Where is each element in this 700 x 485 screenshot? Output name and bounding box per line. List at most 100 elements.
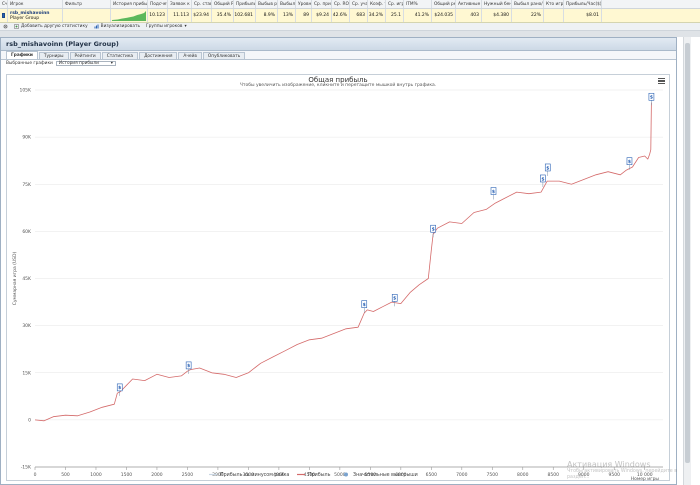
chevron-down-icon: ▾ — [110, 61, 113, 66]
column-header[interactable]: Ср. участ — [350, 0, 368, 8]
dollar-icon: $ — [393, 296, 396, 302]
column-header[interactable]: Подсчет — [148, 0, 168, 8]
chart-container[interactable]: Общая прибыль Чтобы увеличить изображени… — [6, 74, 671, 482]
column-header[interactable]: Нужный бенкрол — [482, 0, 512, 8]
player-groups-dropdown[interactable]: Группы игроков ▾ — [146, 24, 187, 29]
column-header[interactable]: Выбыл поз — [278, 0, 296, 8]
x-tick-label: 7500 — [487, 472, 499, 478]
x-tick-label: 500 — [61, 472, 70, 478]
tab-1[interactable]: Графики — [6, 51, 38, 59]
visualize-button[interactable]: Визуализировать — [94, 24, 140, 29]
dollar-icon: $ — [650, 95, 653, 101]
column-header[interactable]: Ср. ROI — [332, 0, 350, 8]
chart-icon — [94, 24, 99, 29]
tab-7[interactable]: Опубликовать — [202, 52, 246, 59]
dollar-icon: $ — [628, 159, 631, 165]
scrollbar-thumb[interactable] — [685, 43, 690, 463]
tab-5[interactable]: Достижения — [139, 52, 178, 59]
player-group: Player Group — [10, 15, 40, 21]
profit-sparkline — [112, 10, 146, 21]
legend-swatch[interactable] — [344, 472, 348, 477]
gear-icon — [3, 24, 8, 29]
x-tick-label: 5000 — [334, 472, 346, 478]
x-tick-label: 1500 — [121, 472, 133, 478]
profit-chart[interactable]: -15K015K30K45K60K75K90K105K0 500 1000 1500 2… — [7, 75, 671, 482]
dollar-icon: $ — [363, 302, 366, 308]
y-tick-label: 30K — [22, 323, 32, 329]
column-header[interactable]: История прибыли — [111, 0, 148, 8]
column-header[interactable]: Ср. игры , — [386, 0, 404, 8]
table-cell: $8.01 — [564, 9, 602, 22]
add-column-icon — [14, 24, 19, 29]
y-tick-label: 105K — [19, 88, 32, 94]
grid-toolbar: Добавить другую статистику Визуализирова… — [0, 23, 700, 31]
y-tick-label: 60K — [22, 229, 32, 235]
legend-item[interactable]: Прибыль — [308, 472, 331, 478]
x-tick-label: 7000 — [456, 472, 468, 478]
table-cell: $23.94 — [192, 9, 212, 22]
filter-cell[interactable] — [63, 9, 111, 22]
column-header[interactable]: ITM% — [404, 0, 432, 8]
row-checkbox[interactable] — [2, 13, 5, 18]
column-header[interactable]: Общий рейт — [432, 0, 456, 8]
y-tick-label: 0 — [28, 417, 31, 423]
dollar-icon: $ — [546, 165, 549, 171]
column-header[interactable]: Активные д — [456, 0, 482, 8]
column-header[interactable]: Прибыль ( — [234, 0, 256, 8]
tab-6[interactable]: Ачейв — [178, 52, 202, 59]
y-tick-label: 45K — [22, 276, 32, 282]
settings-button[interactable] — [3, 24, 8, 29]
x-tick-label: 8000 — [517, 472, 529, 478]
x-tick-label: 2000 — [151, 472, 163, 478]
column-header[interactable]: Фильтр — [63, 0, 111, 8]
row-checkbox-cell[interactable] — [0, 9, 8, 22]
player-cell[interactable]: rsb_mishavoinn Player Group — [8, 9, 63, 22]
tab-4[interactable]: Статистика — [101, 52, 139, 59]
dollar-icon: $ — [432, 227, 435, 233]
column-header[interactable]: Заявок к учас — [168, 0, 192, 8]
graph-selector[interactable]: История прибыли ▾ — [55, 60, 116, 67]
dollar-icon: $ — [492, 189, 495, 195]
x-tick-label: 0 — [34, 472, 37, 478]
graph-selector-row: Выбранные графики История прибыли ▾ — [1, 60, 676, 67]
y-tick-label: -15K — [21, 465, 32, 471]
panel-title: rsb_mishavoinn (Player Group) — [1, 38, 676, 51]
y-axis-title: Суммарная игра (USD) — [12, 252, 18, 306]
graph-selector-label: Выбранные графики — [6, 61, 53, 66]
watermark-title: Активация Windows — [567, 460, 651, 469]
column-header[interactable]: Общий ROI — [212, 0, 234, 8]
tab-2[interactable]: Турниры — [38, 52, 69, 59]
table-cell — [544, 9, 564, 22]
column-header[interactable]: Кто играл — [544, 0, 564, 8]
table-cell: 41.2% — [404, 9, 432, 22]
watermark-subtitle: Чтобы активировать Windows, перейдите в … — [567, 469, 678, 480]
vertical-scrollbar[interactable] — [683, 37, 691, 485]
column-header[interactable]: Ср. прибыл — [312, 0, 332, 8]
legend-item[interactable]: Прибыль за минусом рейка — [220, 471, 289, 478]
column-header[interactable]: Уровни — [296, 0, 312, 8]
legend-item[interactable]: Значительные выигрыши — [353, 472, 418, 478]
column-header[interactable]: Выбыв рано — [256, 0, 278, 8]
table-cell: $102.681 — [234, 9, 256, 22]
column-header[interactable]: Ср. ставка — [192, 0, 212, 8]
table-cell: 22% — [512, 9, 544, 22]
table-row[interactable]: rsb_mishavoinn Player Group 10.123 11.113… — [0, 9, 700, 23]
add-stats-button[interactable]: Добавить другую статистику — [14, 24, 88, 29]
column-header[interactable]: Прибыль/Час($) — [564, 0, 602, 8]
table-cell: 42.6% — [332, 9, 350, 22]
table-cell: 25.1 — [386, 9, 404, 22]
table-cell: $24.035 — [432, 9, 456, 22]
column-header[interactable]: Игрок — [8, 0, 63, 8]
x-tick-label: 6500 — [426, 472, 438, 478]
table-cell: 13% — [278, 9, 296, 22]
y-tick-label: 90K — [22, 135, 32, 141]
x-tick-label: 1000 — [90, 472, 102, 478]
tab-3[interactable]: Рейтинги — [69, 52, 101, 59]
column-header[interactable]: Выбыл рано/средне — [512, 0, 544, 8]
column-header[interactable]: Сч. — [0, 0, 8, 8]
table-cell: $9.24 — [312, 9, 332, 22]
table-cell: 11.113 — [168, 9, 192, 22]
windows-activation-watermark: Активация Windows Чтобы активировать Win… — [567, 460, 700, 481]
column-header[interactable]: Коэф. тур — [368, 0, 386, 8]
table-cell: 10.123 — [148, 9, 168, 22]
